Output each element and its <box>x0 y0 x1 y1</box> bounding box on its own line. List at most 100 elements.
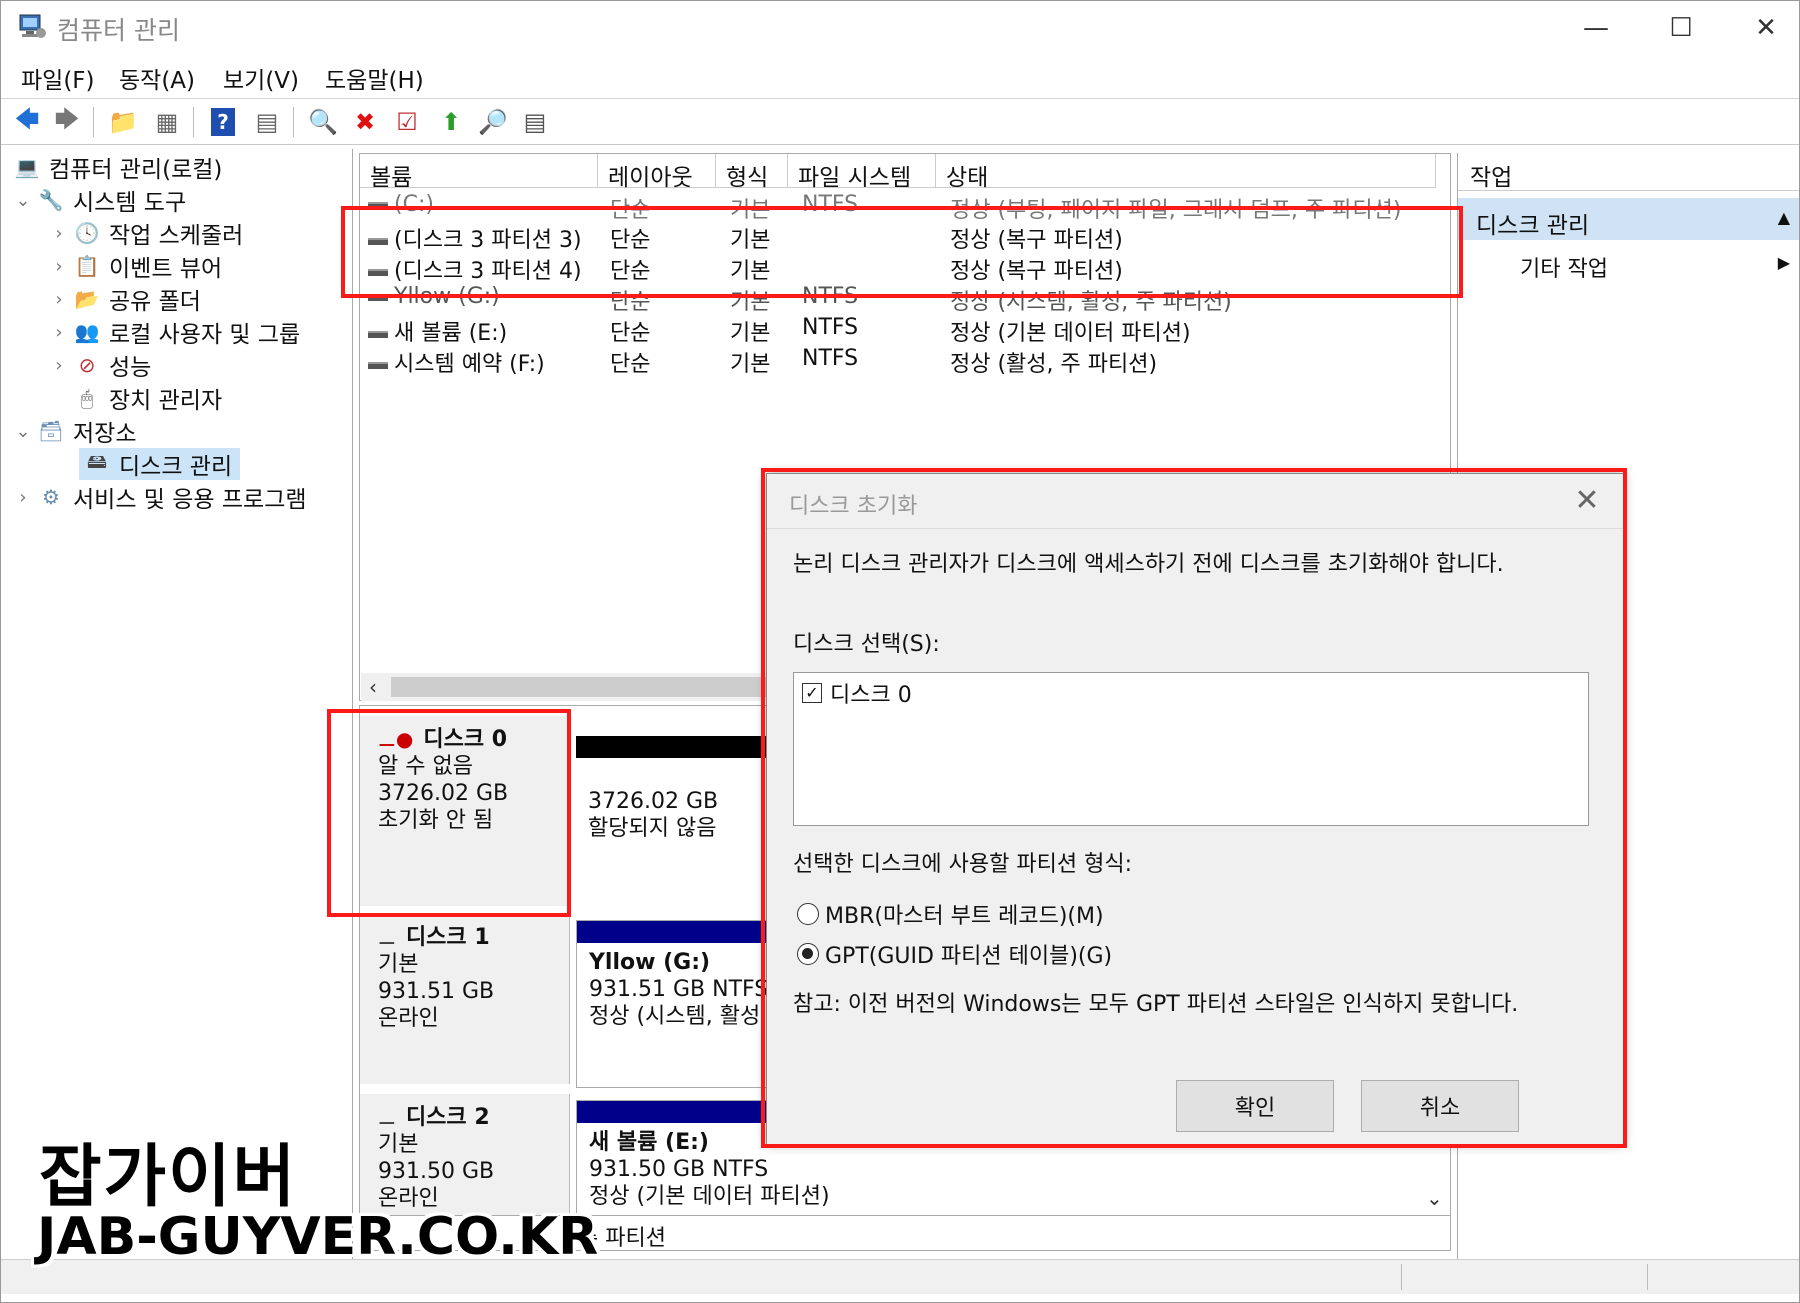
action-pane-icon[interactable]: ▤ <box>251 106 283 138</box>
tree-item-system-tools[interactable]: ⌄ 🔧 시스템 도구 <box>13 184 186 216</box>
table-row[interactable]: 시스템 예약 (F:) 단순 기본 NTFS 정상 (활성, 주 파티션) <box>360 344 1450 377</box>
menu-file[interactable]: 파일(F) <box>21 61 95 95</box>
back-arrow-icon[interactable]: 🡄 <box>11 105 43 138</box>
volume-icon <box>368 330 388 338</box>
chevron-right-icon[interactable]: › <box>49 256 69 277</box>
close-button[interactable]: ✕ <box>1726 1 1799 55</box>
storage-icon: 🗃 <box>38 419 64 443</box>
disk-kind: 기본 <box>378 1132 419 1157</box>
chevron-down-icon[interactable]: ⌄ <box>13 190 33 211</box>
menu-view[interactable]: 보기(V) <box>223 61 299 95</box>
window-title: 컴퓨터 관리 <box>57 16 180 45</box>
chevron-right-icon[interactable]: › <box>13 487 33 508</box>
chevron-down-icon[interactable]: ⌄ <box>13 421 33 442</box>
minimize-button[interactable]: — <box>1556 1 1636 55</box>
cell-filesystem: NTFS <box>802 346 859 371</box>
chevron-right-icon[interactable]: › <box>49 289 69 310</box>
search-icon[interactable]: 🔎 <box>477 106 509 138</box>
cell-layout: 단순 <box>610 321 651 346</box>
clock-icon: 🕓 <box>74 221 100 245</box>
tree-item-root[interactable]: 💻 컴퓨터 관리(로컬) <box>9 151 223 183</box>
tree-label: 서비스 및 응용 프로그램 <box>73 487 307 513</box>
tree-item-services[interactable]: › ⚙ 서비스 및 응용 프로그램 <box>13 481 307 513</box>
action-label: 기타 작업 <box>1520 257 1608 282</box>
disk-size: 931.50 GB <box>378 1159 495 1184</box>
highlight-dialog <box>761 468 1627 1148</box>
help-icon[interactable]: ? <box>207 106 239 138</box>
tree-label: 이벤트 뷰어 <box>109 256 223 282</box>
disk-state: 온라인 <box>378 1006 439 1031</box>
action-more[interactable]: 기타 작업 ▶ <box>1458 245 1799 283</box>
computer-management-window: 컴퓨터 관리 — ☐ ✕ 파일(F) 동작(A) 보기(V) 도움말(H) 🡄 … <box>0 0 1800 1303</box>
tree-label: 시스템 도구 <box>73 190 187 216</box>
checklist-icon[interactable]: ▤ <box>519 106 551 138</box>
menu-action[interactable]: 동작(A) <box>119 61 195 95</box>
tree-item-performance[interactable]: › ⊘ 성능 <box>49 349 151 381</box>
tree-item-shared-folders[interactable]: › 📂 공유 폴더 <box>49 283 201 315</box>
title-bar: 컴퓨터 관리 — ☐ ✕ <box>1 1 1799 55</box>
cell-type: 기본 <box>730 352 771 377</box>
disk-icon: ⚊ <box>378 925 396 949</box>
disk-2-label[interactable]: ⚊ 디스크 2 기본 931.50 GB 온라인 <box>360 1094 570 1220</box>
console-tree: 💻 컴퓨터 관리(로컬) ⌄ 🔧 시스템 도구 › 🕓 작업 스케줄러 › 📋 … <box>3 149 353 1259</box>
disk-name: 디스크 1 <box>405 925 490 950</box>
computer-icon: 💻 <box>14 155 40 179</box>
scroll-left-icon[interactable]: ‹ <box>369 675 377 699</box>
tree-label: 로컬 사용자 및 그룹 <box>109 322 301 348</box>
tree-label: 성능 <box>109 355 152 381</box>
event-log-icon: 📋 <box>74 254 100 278</box>
tree-label: 디스크 관리 <box>119 454 233 480</box>
delete-icon[interactable]: ✖ <box>349 106 381 138</box>
table-row[interactable]: 새 볼륨 (E:) 단순 기본 NTFS 정상 (기본 데이터 파티션) <box>360 313 1450 346</box>
cell-volume: 새 볼륨 (E:) <box>394 321 508 346</box>
up-folder-icon[interactable]: 📁 <box>107 106 139 138</box>
highlight-disk-0 <box>327 709 571 917</box>
menu-bar: 파일(F) 동작(A) 보기(V) 도움말(H) <box>1 55 1799 99</box>
highlight-recovery-partitions <box>341 206 1463 298</box>
users-icon: 👥 <box>74 320 100 344</box>
services-icon: ⚙ <box>42 485 60 509</box>
maximize-button[interactable]: ☐ <box>1641 1 1721 55</box>
toolbar: 🡄 🡆 📁 ▦ ? ▤ 🔍 ✖ ☑ ⬆ 🔎 ▤ <box>1 99 1799 145</box>
tree-item-local-users[interactable]: › 👥 로컬 사용자 및 그룹 <box>49 316 300 348</box>
tree-item-device-manager[interactable]: 🖱 장치 관리자 <box>69 382 222 414</box>
console-tree-icon[interactable]: ▦ <box>151 106 183 138</box>
scroll-down-icon[interactable]: ⌄ <box>1426 1186 1443 1210</box>
disk-1-label[interactable]: ⚊ 디스크 1 기본 931.51 GB 온라인 <box>360 914 570 1084</box>
disk-management-icon: 🖴 <box>86 449 108 473</box>
partition-size: 931.50 GB NTFS <box>589 1157 769 1182</box>
collapse-icon[interactable]: ▲ <box>1778 208 1790 227</box>
actions-header: 작업 <box>1458 153 1799 191</box>
tree-label: 저장소 <box>73 421 137 447</box>
column-header-layout[interactable]: 레이아웃 <box>598 154 716 191</box>
performance-icon: ⊘ <box>78 353 96 377</box>
watermark-url: JAB-GUYVER.CO.KR <box>37 1207 599 1267</box>
action-disk-management[interactable]: 디스크 관리 ▲ <box>1458 198 1799 240</box>
column-header-type[interactable]: 형식 <box>716 154 788 191</box>
chevron-right-icon[interactable]: › <box>49 223 69 244</box>
connect-icon[interactable]: 🔍 <box>307 106 339 138</box>
menu-help[interactable]: 도움말(H) <box>325 61 424 95</box>
action-label: 디스크 관리 <box>1476 213 1590 239</box>
column-header-filesystem[interactable]: 파일 시스템 <box>788 154 936 191</box>
disk-kind: 기본 <box>378 952 419 977</box>
column-header-status[interactable]: 상태 <box>936 154 1436 191</box>
properties-icon[interactable]: ☑ <box>391 106 423 138</box>
tree-label: 공유 폴더 <box>109 289 201 315</box>
chevron-right-icon[interactable]: › <box>49 322 69 343</box>
device-manager-icon: 🖱 <box>81 386 93 410</box>
chevron-right-icon[interactable]: › <box>49 355 69 376</box>
tools-icon: 🔧 <box>38 188 64 212</box>
cell-type: 기본 <box>730 321 771 346</box>
tree-item-event-viewer[interactable]: › 📋 이벤트 뷰어 <box>49 250 222 282</box>
computer-management-icon <box>17 11 47 41</box>
tree-label: 컴퓨터 관리(로컬) <box>49 157 223 183</box>
tree-item-storage[interactable]: ⌄ 🗃 저장소 <box>13 415 136 447</box>
tree-item-disk-management[interactable]: 🖴 디스크 관리 <box>79 448 241 480</box>
export-icon[interactable]: ⬆ <box>435 106 467 138</box>
tree-item-task-scheduler[interactable]: › 🕓 작업 스케줄러 <box>49 217 243 249</box>
cell-status: 정상 (기본 데이터 파티션) <box>950 321 1191 346</box>
forward-arrow-icon[interactable]: 🡆 <box>51 105 83 138</box>
column-header-volume[interactable]: 볼륨 <box>360 154 598 191</box>
tree-label: 장치 관리자 <box>109 388 223 414</box>
